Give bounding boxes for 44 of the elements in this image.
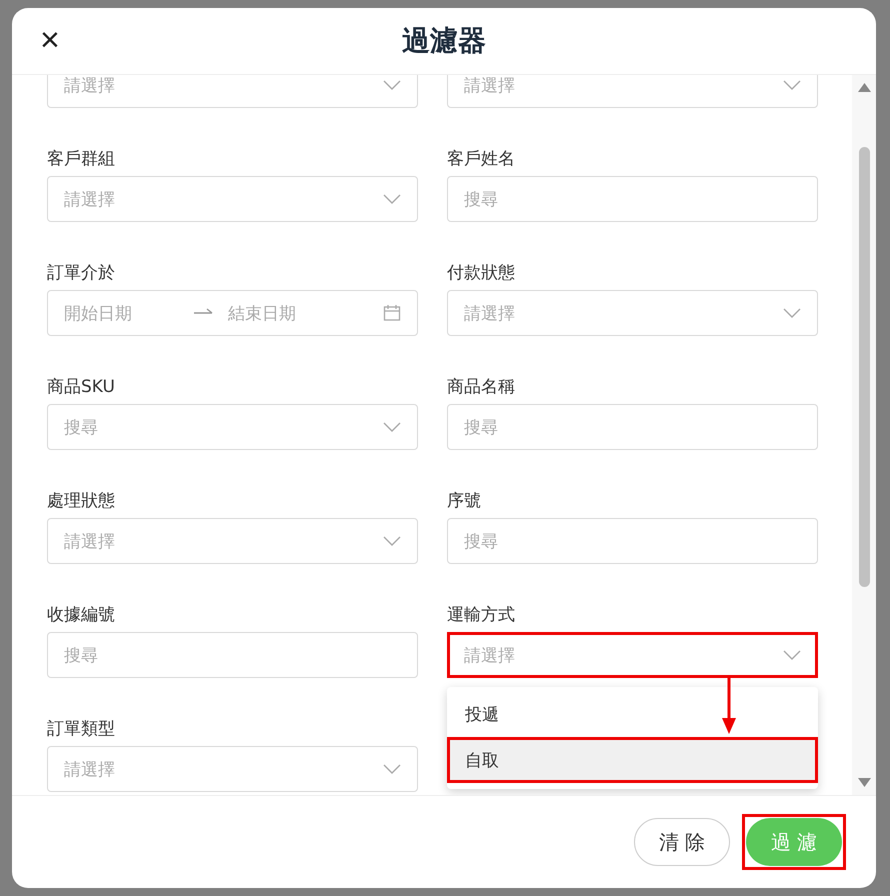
chevron-down-icon [783,308,801,318]
field-label: 商品名稱 [447,376,516,398]
field-label: 客戶姓名 [447,148,516,170]
dialog-title: 過濾器 [402,23,486,59]
scrollbar[interactable] [852,75,876,795]
search-field[interactable]: 搜尋 [447,176,818,222]
scrollbar-thumb[interactable] [858,147,870,587]
field-label: 序號 [447,490,482,512]
field-label: 商品SKU [47,376,116,398]
scroll-down-icon[interactable] [858,778,870,787]
select-field[interactable]: 請選擇 [447,290,818,336]
chevron-down-icon [383,422,401,432]
select-field[interactable]: 請選擇 [47,75,418,108]
scroll-up-icon[interactable] [858,83,870,92]
search-field[interactable]: 搜尋 [447,518,818,564]
chevron-down-icon [383,80,401,90]
field-label: 訂單類型 [47,718,116,740]
search-field[interactable]: 搜尋 [447,404,818,450]
field-label: 處理狀態 [47,490,116,512]
filter-button[interactable]: 過 濾 [746,818,842,866]
chevron-down-icon [383,764,401,774]
dropdown-option[interactable]: 自取 [447,737,818,783]
close-button[interactable]: × [38,25,62,55]
chevron-down-icon [383,194,401,204]
annotation-arrow [722,678,736,736]
select-field[interactable]: 請選擇 [447,632,818,678]
chevron-down-icon [783,80,801,90]
select-field[interactable]: 搜尋 [47,404,418,450]
calendar-icon [383,304,401,322]
dropdown-option[interactable]: 投遞 [447,691,818,737]
select-field[interactable]: 請選擇 [47,518,418,564]
field-label: 收據編號 [47,604,116,626]
field-label: 付款狀態 [447,262,516,284]
chevron-down-icon [383,536,401,546]
select-field[interactable]: 請選擇 [47,176,418,222]
clear-button[interactable]: 清 除 [634,818,730,866]
field-label: 訂單介於 [47,262,116,284]
field-label: 運輸方式 [447,604,516,626]
search-field[interactable]: 搜尋 [47,632,418,678]
date-range-field[interactable]: 開始日期 結束日期 [47,290,418,336]
select-field[interactable]: 請選擇 [447,75,818,108]
select-field[interactable]: 請選擇 [47,746,418,792]
field-label: 客戶群組 [47,148,116,170]
chevron-down-icon [783,650,801,660]
